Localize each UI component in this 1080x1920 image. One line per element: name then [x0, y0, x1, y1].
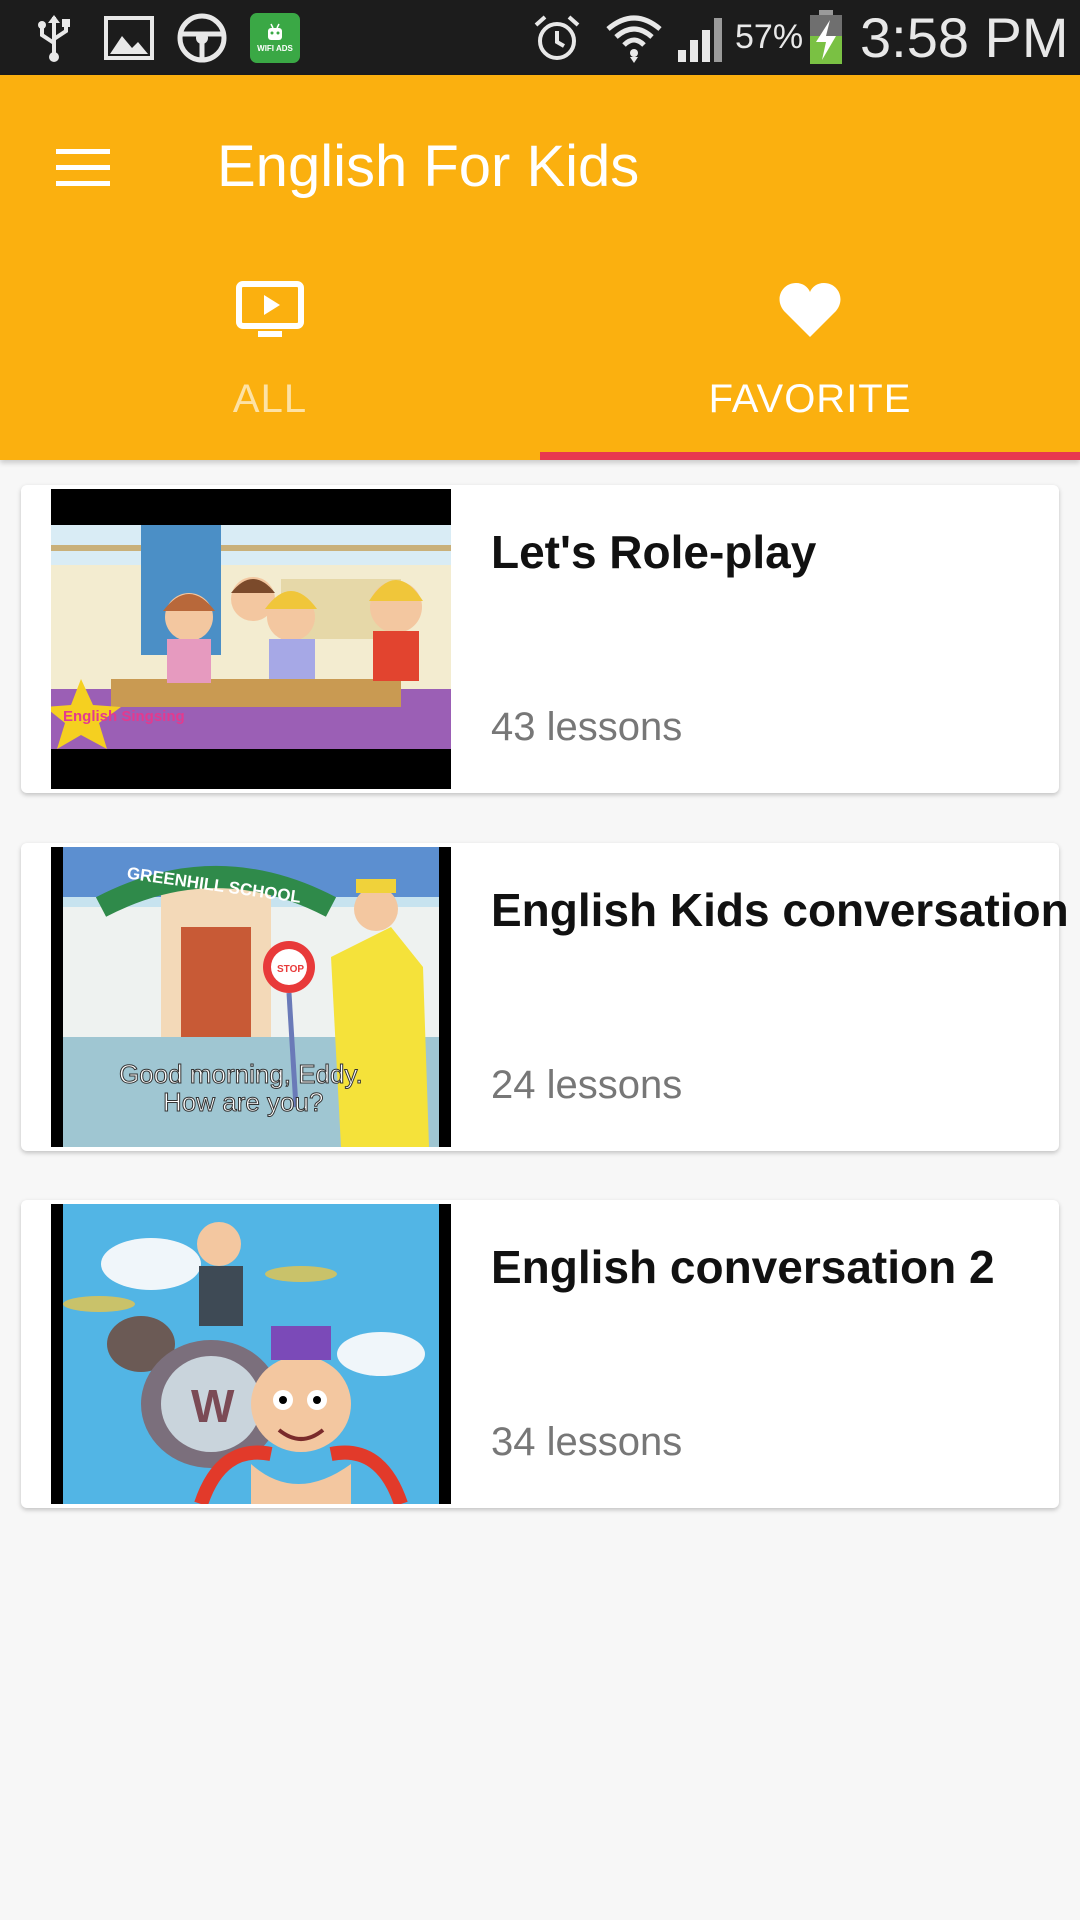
playlist-card[interactable]: English Singsing Let's Role-play 43 less…	[21, 485, 1059, 793]
thumbnail-caption-line-1: Good morning, Eddy.	[119, 1059, 363, 1089]
playlist-card[interactable]: GREENHILL SCHOOL STOP Good morning, Eddy…	[21, 843, 1069, 1151]
lesson-count: 43 lessons	[491, 705, 683, 749]
tab-favorite-label: FAVORITE	[708, 377, 912, 421]
tab-indicator	[540, 452, 1080, 460]
lesson-count: 34 lessons	[491, 1420, 683, 1464]
thumbnail-caption-line-2: How are you?	[163, 1087, 323, 1117]
playlist-title: English conversation 2	[491, 1241, 995, 1293]
app-bar: English For Kids ALL FAVORITE	[0, 75, 1080, 460]
lesson-count: 24 lessons	[491, 1063, 683, 1107]
playlist-thumbnail: GREENHILL SCHOOL STOP Good morning, Eddy…	[51, 847, 451, 1147]
playlist-thumbnail: English Singsing	[51, 489, 451, 789]
steering-wheel-icon	[176, 0, 228, 75]
tv-play-icon	[0, 281, 540, 339]
alarm-icon	[532, 0, 582, 75]
thumbnail-drum-letter: W	[191, 1380, 235, 1432]
heart-icon	[540, 281, 1080, 339]
battery-charging-icon	[808, 0, 844, 75]
image-icon	[104, 0, 154, 75]
playlist-title: Let's Role-play	[491, 526, 817, 578]
playlist-card[interactable]: W English conversation 2 34 lessons	[21, 1200, 1059, 1508]
tab-all[interactable]: ALL	[0, 75, 540, 460]
wifi-icon	[606, 0, 662, 75]
clock: 3:58 PM	[860, 6, 1069, 69]
status-bar: WIFI ADS 57% 3:58 PM	[0, 0, 1080, 75]
tab-favorite[interactable]: FAVORITE	[540, 75, 1080, 460]
thumbnail-stop-text: STOP	[277, 964, 304, 975]
playlist-title: English Kids conversation	[491, 884, 1069, 936]
wifi-ads-icon: WIFI ADS	[250, 0, 300, 75]
tab-all-label: ALL	[232, 377, 308, 421]
playlist-thumbnail: W	[51, 1204, 451, 1504]
usb-icon	[36, 0, 72, 75]
battery-percent: 57%	[735, 18, 804, 56]
signal-icon	[676, 0, 728, 75]
thumbnail-badge: English Singsing	[63, 708, 185, 725]
wifi-ads-label: WIFI ADS	[257, 44, 293, 53]
